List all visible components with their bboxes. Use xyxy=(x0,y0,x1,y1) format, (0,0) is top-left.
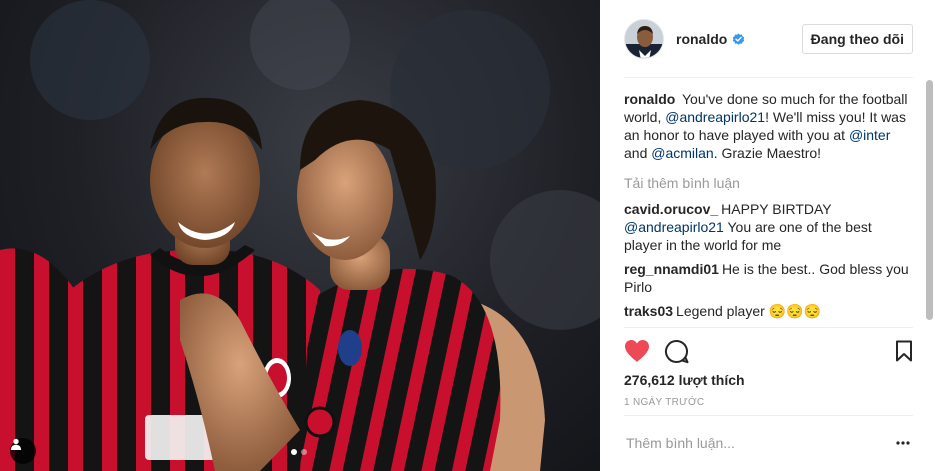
tag-people-button[interactable] xyxy=(10,438,36,464)
mention-link[interactable]: @inter xyxy=(849,127,890,143)
add-comment-input[interactable] xyxy=(624,435,893,451)
post-photo[interactable] xyxy=(0,0,600,471)
comment-text: and xyxy=(624,145,652,161)
avatar[interactable] xyxy=(624,19,664,59)
heart-filled-icon[interactable] xyxy=(624,339,650,363)
like-count-number: 276,612 xyxy=(624,372,675,388)
ellipsis-icon[interactable] xyxy=(893,441,913,445)
comment-item: traks03 Legend player 😔😔😔 xyxy=(624,302,910,320)
comment-item: reg_nnamdi01 He is the best.. God bless y… xyxy=(624,260,910,296)
verified-badge-icon xyxy=(732,32,745,46)
post-header: ronaldo Đang theo dõi xyxy=(600,0,935,78)
bookmark-icon[interactable] xyxy=(895,340,913,362)
comment-bubble-icon[interactable] xyxy=(664,339,689,364)
photo-illustration xyxy=(0,0,600,471)
divider xyxy=(624,415,913,416)
add-comment-form xyxy=(624,428,913,458)
like-count[interactable]: 276,612 lượt thích xyxy=(624,372,745,388)
following-button[interactable]: Đang theo dõi xyxy=(801,24,913,54)
comments-scrollbar[interactable] xyxy=(926,80,933,320)
carousel-dot xyxy=(301,449,307,455)
mention-link[interactable]: @acmilan xyxy=(651,145,713,161)
like-count-label: lượt thích xyxy=(678,372,745,388)
person-icon xyxy=(10,438,22,450)
divider xyxy=(624,327,913,328)
comment-text: HAPPY BIRTDAY xyxy=(721,201,832,217)
comments-list[interactable]: ronaldo You've done so much for the foot… xyxy=(624,90,910,328)
comment-username[interactable]: reg_nnamdi01 xyxy=(624,261,719,277)
avatar-image xyxy=(625,20,663,58)
mention-link[interactable]: @andreapirlo21 xyxy=(624,219,724,235)
comment-item: cavid.orucov_ HAPPY BIRTDAY @andreapirlo2… xyxy=(624,200,910,254)
username[interactable]: ronaldo xyxy=(676,31,727,47)
carousel-dot-active xyxy=(291,449,297,455)
comment-username[interactable]: cavid.orucov_ xyxy=(624,201,718,217)
caption-username[interactable]: ronaldo xyxy=(624,91,675,107)
post-actions xyxy=(624,337,913,365)
carousel-indicator xyxy=(291,449,307,455)
mention-link[interactable]: @andreapirlo21 xyxy=(665,109,765,125)
comment-text: Legend player 😔😔😔 xyxy=(676,303,821,319)
comment-text: . Grazie Maestro! xyxy=(713,145,822,161)
post-timestamp[interactable]: 1 NGÀY TRƯỚC xyxy=(624,397,704,408)
comment-username[interactable]: traks03 xyxy=(624,303,673,319)
load-more-comments-link[interactable]: Tải thêm bình luận xyxy=(624,174,910,192)
post-caption: ronaldo You've done so much for the foot… xyxy=(624,90,910,162)
